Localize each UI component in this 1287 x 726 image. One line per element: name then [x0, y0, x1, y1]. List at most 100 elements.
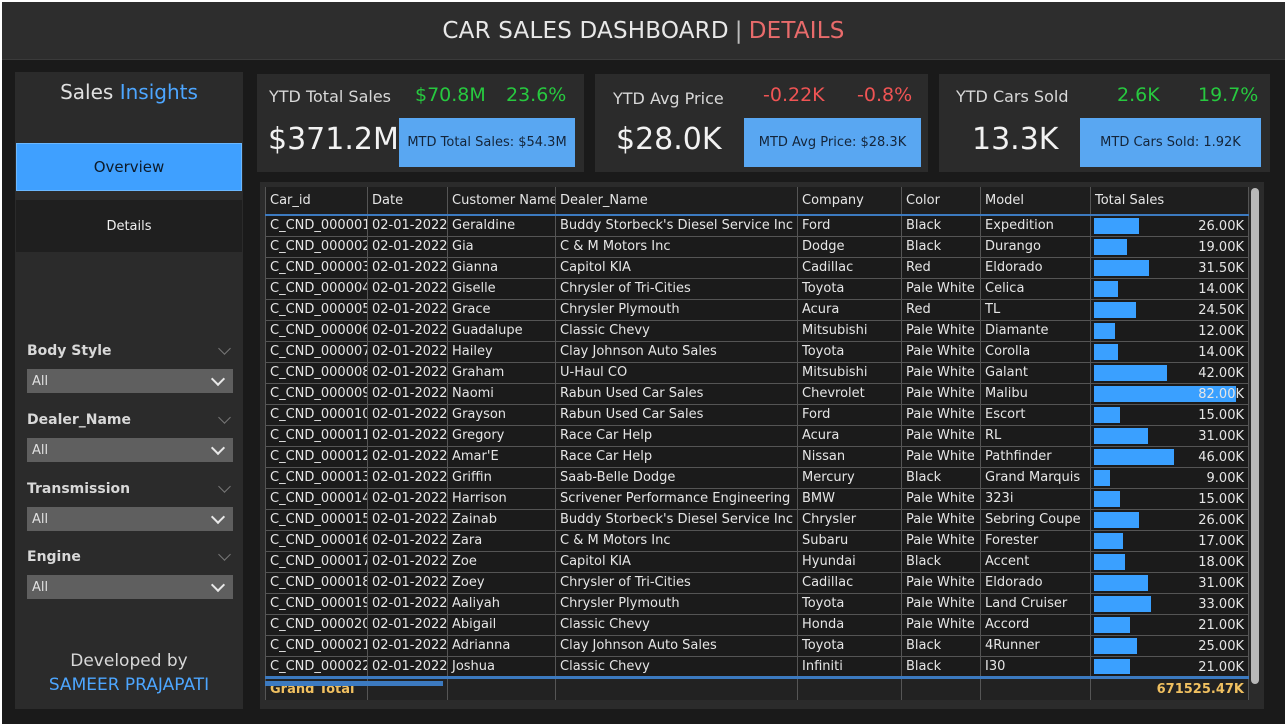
table-row[interactable]: C_CND_000011 02-01-2022 Gregory Race Car He… — [265, 425, 1249, 447]
cell-car-id: C_CND_000012 — [265, 446, 368, 468]
sales-value: 24.50K — [1198, 302, 1244, 318]
cell-date: 02-01-2022 — [367, 236, 448, 258]
cell-customer: Geraldine — [447, 215, 556, 237]
table-row[interactable]: C_CND_000006 02-01-2022 Guadalupe Classic C… — [265, 320, 1249, 342]
sales-data-bar — [1094, 364, 1167, 381]
column-header[interactable]: Total Sales — [1090, 187, 1249, 216]
chevron-down-icon[interactable] — [218, 341, 231, 355]
filter-header[interactable]: Dealer_Name — [27, 410, 233, 428]
cell-car-id: C_CND_000005 — [265, 299, 368, 321]
cell-model: Escort — [980, 404, 1091, 426]
cell-date: 02-01-2022 — [367, 299, 448, 321]
cell-car-id: C_CND_000009 — [265, 383, 368, 405]
table-row[interactable]: C_CND_000008 02-01-2022 Graham U-Haul CO Mit… — [265, 362, 1249, 384]
cell-total-sales: 26.00K — [1090, 215, 1249, 237]
transmission-select[interactable]: All — [27, 507, 233, 531]
cell-company: Chrysler — [797, 509, 902, 531]
kpi-delta-value: $70.8M — [415, 84, 486, 106]
sales-data-bar — [1094, 469, 1110, 486]
cell-date: 02-01-2022 — [367, 635, 448, 657]
chevron-down-icon[interactable] — [218, 547, 231, 561]
table-row[interactable]: C_CND_000001 02-01-2022 Geraldine Buddy Sto… — [265, 215, 1249, 237]
vertical-scrollbar-thumb[interactable] — [1251, 188, 1259, 684]
table-row[interactable]: C_CND_000007 02-01-2022 Hailey Clay Johnson… — [265, 341, 1249, 363]
table-row[interactable]: C_CND_000009 02-01-2022 Naomi Rabun Used Ca… — [265, 383, 1249, 405]
cell-color: Pale White — [901, 278, 981, 300]
cell-total-sales: 46.00K — [1090, 446, 1249, 468]
table-row[interactable]: C_CND_000022 02-01-2022 Joshua Classic Chev… — [265, 656, 1249, 678]
filter-header[interactable]: Engine — [27, 547, 233, 565]
cell-company: Ford — [797, 215, 902, 237]
cell-dealer: C & M Motors Inc — [555, 530, 798, 552]
cell-dealer: Saab-Belle Dodge — [555, 467, 798, 489]
cell-car-id: C_CND_000013 — [265, 467, 368, 489]
cell-color: Red — [901, 257, 981, 279]
column-header[interactable]: Company — [797, 187, 902, 216]
column-header[interactable]: Car_id — [265, 187, 368, 216]
cell-color: Pale White — [901, 572, 981, 594]
table-row[interactable]: C_CND_000014 02-01-2022 Harrison Scrivener … — [265, 488, 1249, 510]
cell-date: 02-01-2022 — [367, 572, 448, 594]
table-row[interactable]: C_CND_000002 02-01-2022 Gia C & M Motors In… — [265, 236, 1249, 258]
cell-customer: Zainab — [447, 509, 556, 531]
select-value: All — [32, 579, 49, 595]
cell-total-sales: 14.00K — [1090, 341, 1249, 363]
details-nav-button[interactable]: Details — [16, 200, 242, 252]
cell-customer: Zara — [447, 530, 556, 552]
filter-header[interactable]: Transmission — [27, 479, 233, 497]
table-row[interactable]: C_CND_000010 02-01-2022 Grayson Rabun Used … — [265, 404, 1249, 426]
table-row[interactable]: C_CND_000013 02-01-2022 Griffin Saab-Belle … — [265, 467, 1249, 489]
cell-model: Celica — [980, 278, 1091, 300]
sales-data-bar — [1094, 574, 1148, 591]
table-row[interactable]: C_CND_000016 02-01-2022 Zara C & M Motors I… — [265, 530, 1249, 552]
cell-dealer: Rabun Used Car Sales — [555, 383, 798, 405]
cell-dealer: Rabun Used Car Sales — [555, 404, 798, 426]
sales-data-bar — [1094, 322, 1115, 339]
cell-company: Cadillac — [797, 572, 902, 594]
sales-data-bar — [1094, 511, 1139, 528]
dropdown-arrow-icon — [210, 371, 226, 386]
table-row[interactable]: C_CND_000015 02-01-2022 Zainab Buddy Storbe… — [265, 509, 1249, 531]
table-row[interactable]: C_CND_000003 02-01-2022 Gianna Capitol KIA C… — [265, 257, 1249, 279]
table-row[interactable]: C_CND_000019 02-01-2022 Aaliyah Chrysler Pl… — [265, 593, 1249, 615]
filter-header[interactable]: Body Style — [27, 341, 233, 359]
engine-select[interactable]: All — [27, 575, 233, 599]
table-row[interactable]: C_CND_000017 02-01-2022 Zoe Capitol KIA Hyun… — [265, 551, 1249, 573]
table-row[interactable]: C_CND_000012 02-01-2022 Amar'E Race Car Hel… — [265, 446, 1249, 468]
cell-car-id: C_CND_000011 — [265, 425, 368, 447]
sales-value: 33.00K — [1198, 596, 1244, 612]
table-row[interactable]: C_CND_000020 02-01-2022 Abigail Classic Che… — [265, 614, 1249, 636]
column-header[interactable]: Model — [980, 187, 1091, 216]
kpi-delta-percent: 19.7% — [1198, 84, 1259, 106]
dealer-name-filter: Dealer_Name All — [27, 410, 233, 462]
developer-credit: Developed by SAMEER PRAJAPATI — [15, 649, 243, 697]
chevron-down-icon[interactable] — [218, 479, 231, 493]
horizontal-scrollbar[interactable] — [265, 681, 443, 686]
table-row[interactable]: C_CND_000018 02-01-2022 Zoey Chrysler of Tr… — [265, 572, 1249, 594]
column-header[interactable]: Dealer_Name — [555, 187, 798, 216]
cell-color: Pale White — [901, 593, 981, 615]
kpi-delta-value: 2.6K — [1117, 84, 1160, 106]
kpi-mtd-box: MTD Cars Sold: 1.92K — [1080, 118, 1261, 167]
cell-color: Pale White — [901, 341, 981, 363]
table-row[interactable]: C_CND_000005 02-01-2022 Grace Chrysler Plym… — [265, 299, 1249, 321]
cell-company: Mercury — [797, 467, 902, 489]
cell-company: Hyundai — [797, 551, 902, 573]
table-row[interactable]: C_CND_000021 02-01-2022 Adrianna Clay Johns… — [265, 635, 1249, 657]
column-header[interactable]: Date — [367, 187, 448, 216]
developer-name: SAMEER PRAJAPATI — [48, 675, 210, 695]
cell-date: 02-01-2022 — [367, 593, 448, 615]
chevron-down-icon[interactable] — [218, 410, 231, 424]
overview-nav-button[interactable]: Overview — [16, 143, 242, 191]
column-header[interactable]: Color — [901, 187, 981, 216]
kpi-title: YTD Cars Sold — [956, 87, 1069, 106]
table-row[interactable]: C_CND_000004 02-01-2022 Giselle Chrysler of… — [265, 278, 1249, 300]
body-style-select[interactable]: All — [27, 369, 233, 393]
dealer-name-select[interactable]: All — [27, 438, 233, 462]
cell-dealer: Clay Johnson Auto Sales — [555, 635, 798, 657]
developer-line: Developed by — [70, 651, 188, 671]
sales-data-bar — [1094, 218, 1139, 234]
sales-data-bar — [1094, 427, 1148, 444]
column-header[interactable]: Customer Name — [447, 187, 556, 216]
sales-value: 15.00K — [1198, 491, 1244, 507]
